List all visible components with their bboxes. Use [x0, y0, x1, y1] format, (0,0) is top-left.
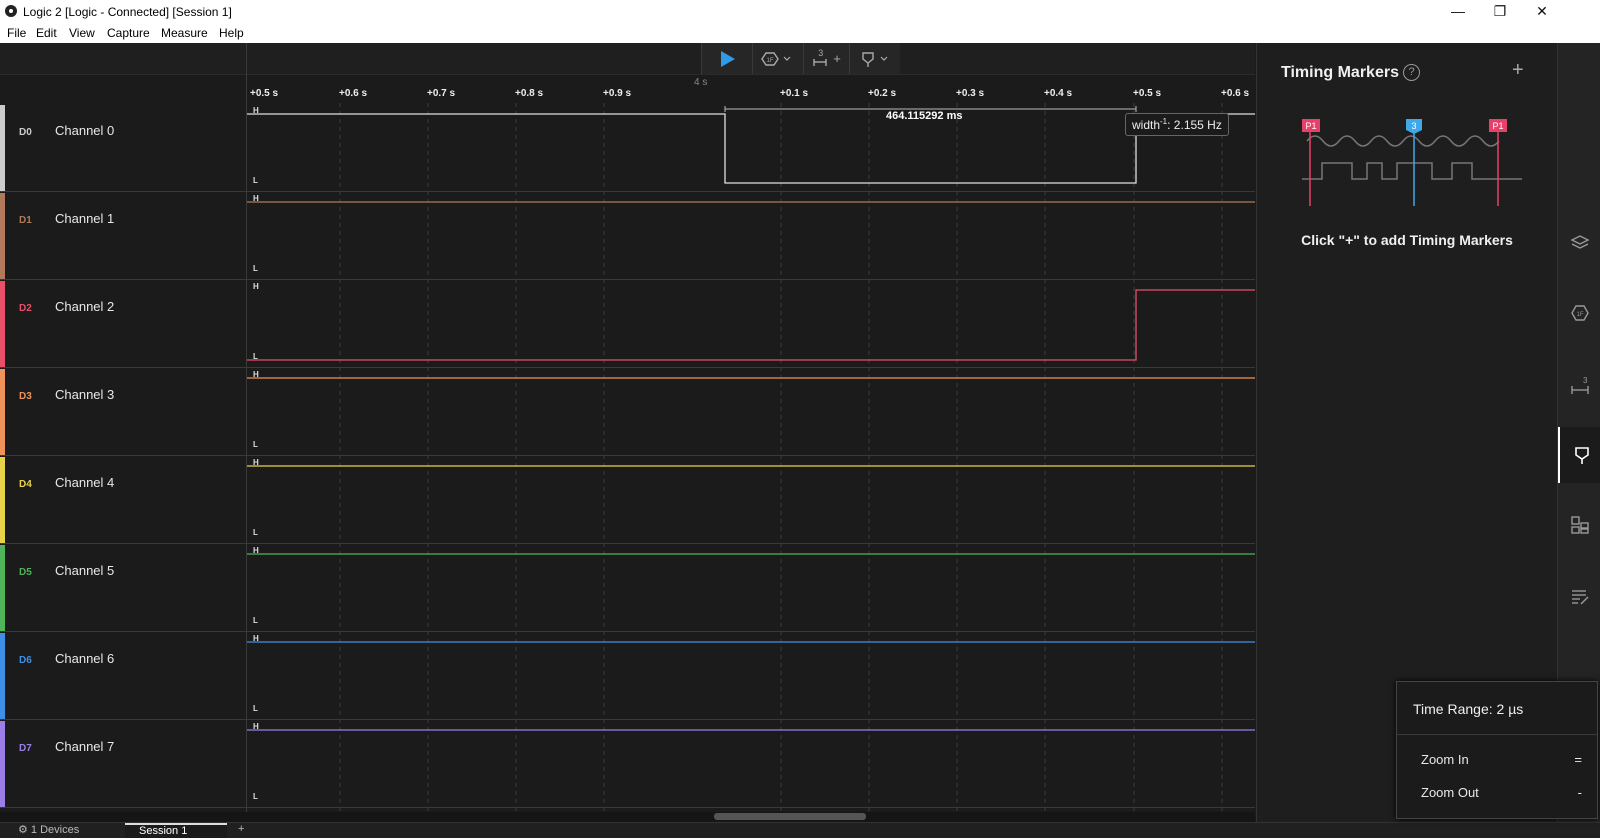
marker-label: P1	[1492, 121, 1503, 131]
zoom-popup: Time Range: 2 µs Zoom In = Zoom Out -	[1396, 681, 1598, 819]
close-button[interactable]: ✕	[1527, 2, 1557, 20]
channel-name[interactable]: Channel 7	[55, 739, 114, 754]
add-session-button[interactable]: +	[238, 823, 252, 838]
sidebar-timing-markers[interactable]	[1558, 427, 1600, 483]
popup-divider	[1397, 734, 1597, 735]
channel-color-stripe	[0, 633, 5, 719]
zoom-out-shortcut: -	[1577, 785, 1582, 800]
svg-text:1F: 1F	[1576, 312, 1583, 318]
tab-session-1[interactable]: Session 1	[125, 823, 227, 838]
channel-name[interactable]: Channel 4	[55, 475, 114, 490]
tooltip-label: width	[1132, 118, 1161, 132]
measurements-icon: 3	[1570, 376, 1589, 394]
pulse-width-label: 464.115292 ms	[886, 110, 963, 122]
menu-view[interactable]: View	[69, 26, 95, 40]
tooltip-value: : 2.155 Hz	[1167, 118, 1222, 132]
channel-color-stripe	[0, 457, 5, 543]
marker-label: 3	[1411, 121, 1416, 131]
sidebar-measurements[interactable]: 3	[1558, 357, 1600, 413]
menu-edit[interactable]: Edit	[36, 26, 57, 40]
extensions-icon: 1F	[1570, 305, 1589, 321]
channel-name[interactable]: Channel 3	[55, 387, 114, 402]
channel-tag: D2	[19, 303, 32, 314]
restore-button[interactable]: ❐	[1485, 2, 1515, 20]
start-capture-button[interactable]	[701, 43, 752, 74]
timing-markers-illustration: P1 3 P1	[1302, 119, 1522, 206]
measurement-count: 3	[818, 47, 824, 58]
channel-tag: D6	[19, 655, 32, 666]
window-title: Logic 2 [Logic - Connected] [Session 1]	[23, 5, 232, 19]
analyzer-icon: 1F	[761, 51, 791, 66]
waveform-channel-0	[247, 113, 1255, 184]
waveform-area[interactable]	[247, 105, 1255, 810]
svg-text:1F: 1F	[766, 58, 773, 64]
analyzers-icon	[1569, 235, 1590, 249]
panel-hint-text: Click "+" to add Timing Markers	[1301, 232, 1513, 248]
channel-color-stripe	[0, 193, 5, 279]
timing-markers-icon	[1574, 447, 1589, 464]
channel-tag: D7	[19, 743, 32, 754]
waveform-channel-2	[247, 289, 1255, 361]
time-range-label: Time Range: 2 µs	[1413, 701, 1524, 717]
panel-title: Timing Markers	[1281, 64, 1399, 81]
play-icon	[721, 50, 735, 67]
sidebar-notes[interactable]	[1558, 569, 1600, 625]
svg-text:3: 3	[1583, 376, 1588, 385]
analyzer-menu-button[interactable]: 1F	[752, 43, 803, 74]
sidebar-extensions[interactable]: 1F	[1558, 285, 1600, 341]
channel-tag: D3	[19, 391, 32, 402]
channel-color-stripe	[0, 105, 5, 191]
menu-file[interactable]: File	[7, 26, 26, 40]
layout-icon	[1570, 516, 1589, 534]
session-tabs-bar: ⚙ 1 Devices Session 1 +	[0, 822, 1600, 838]
marker-menu-button[interactable]	[849, 43, 900, 74]
channel-name[interactable]: Channel 1	[55, 211, 114, 226]
add-timing-marker-button[interactable]: +	[1512, 59, 1524, 82]
horizontal-scrollbar-track[interactable]	[0, 812, 1255, 822]
channel-color-stripe	[0, 369, 5, 455]
menu-measure[interactable]: Measure	[161, 26, 208, 40]
zoom-out-item[interactable]: Zoom Out	[1421, 785, 1479, 800]
channel-name[interactable]: Channel 0	[55, 123, 114, 138]
channel-color-stripe	[0, 545, 5, 631]
channel-tag: D5	[19, 567, 32, 578]
zoom-in-shortcut: =	[1574, 752, 1582, 767]
channel-color-stripe	[0, 721, 5, 807]
channel-tag: D1	[19, 215, 32, 226]
help-icon[interactable]: ?	[1403, 64, 1420, 81]
capture-toolbar: 1F 3 +	[0, 43, 1255, 75]
sidebar-layout[interactable]	[1558, 497, 1600, 553]
zoom-in-item[interactable]: Zoom In	[1421, 752, 1469, 767]
channel-tag: D4	[19, 479, 32, 490]
sidebar-analyzers[interactable]	[1558, 214, 1600, 270]
app-logo-icon	[5, 5, 17, 17]
minimize-button[interactable]: —	[1443, 2, 1473, 20]
menu-capture[interactable]: Capture	[107, 26, 150, 40]
frequency-tooltip: width-1: 2.155 Hz	[1125, 113, 1229, 136]
menu-help[interactable]: Help	[219, 26, 244, 40]
add-measurement-button[interactable]: 3 +	[803, 43, 849, 74]
title-bar: Logic 2 [Logic - Connected] [Session 1] …	[0, 0, 1600, 23]
marker-label: P1	[1305, 121, 1316, 131]
plus-icon: +	[833, 51, 841, 66]
channel-name[interactable]: Channel 6	[55, 651, 114, 666]
channel-tag: D0	[19, 127, 32, 138]
channel-color-stripe	[0, 281, 5, 367]
menu-bar: File Edit View Capture Measure Help	[0, 23, 1600, 43]
notes-icon	[1571, 590, 1588, 605]
channel-name[interactable]: Channel 5	[55, 563, 114, 578]
channel-name[interactable]: Channel 2	[55, 299, 114, 314]
marker-icon	[862, 51, 888, 67]
horizontal-scrollbar-thumb[interactable]	[714, 813, 866, 820]
tab-devices[interactable]: ⚙ 1 Devices	[18, 823, 118, 838]
